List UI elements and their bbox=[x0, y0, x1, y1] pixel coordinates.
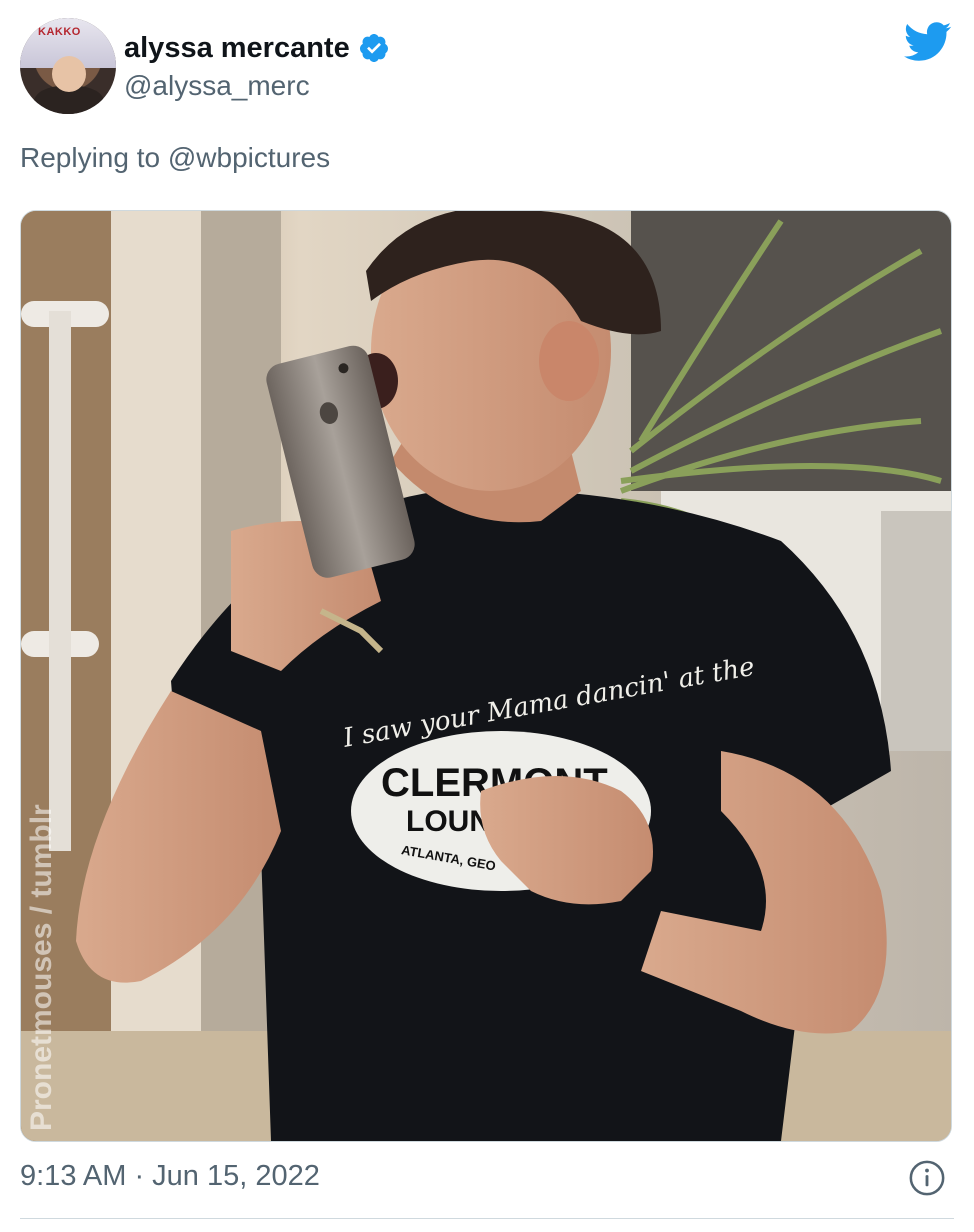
avatar-face bbox=[52, 56, 86, 92]
author-avatar[interactable]: KAKKO bbox=[20, 18, 116, 114]
reply-mention-link[interactable]: @wbpictures bbox=[168, 142, 330, 173]
avatar-jersey-text: KAKKO bbox=[38, 26, 81, 38]
author-handle[interactable]: @alyssa_merc bbox=[124, 70, 310, 102]
replying-to-label: Replying to bbox=[20, 142, 168, 173]
author-display-name[interactable]: alyssa mercante bbox=[124, 32, 350, 65]
author-name-row: alyssa mercante bbox=[124, 28, 390, 68]
twitter-bird-icon[interactable] bbox=[904, 22, 952, 62]
photo-watermark: Pronetmouses / tumblr bbox=[25, 804, 58, 1131]
tweet-media-photo[interactable]: I saw your Mama dancin' at the CLERMONT … bbox=[20, 210, 952, 1142]
shirt-sub-text: LOUN bbox=[406, 805, 491, 838]
info-icon[interactable] bbox=[908, 1159, 946, 1197]
verified-badge-icon bbox=[359, 34, 388, 62]
photo-illustration: I saw your Mama dancin' at the CLERMONT … bbox=[21, 211, 951, 1141]
bottom-divider bbox=[20, 1218, 954, 1219]
replying-to-line: Replying to @wbpictures bbox=[20, 142, 330, 174]
tweet-timestamp[interactable]: 9:13 AM · Jun 15, 2022 bbox=[20, 1160, 320, 1193]
